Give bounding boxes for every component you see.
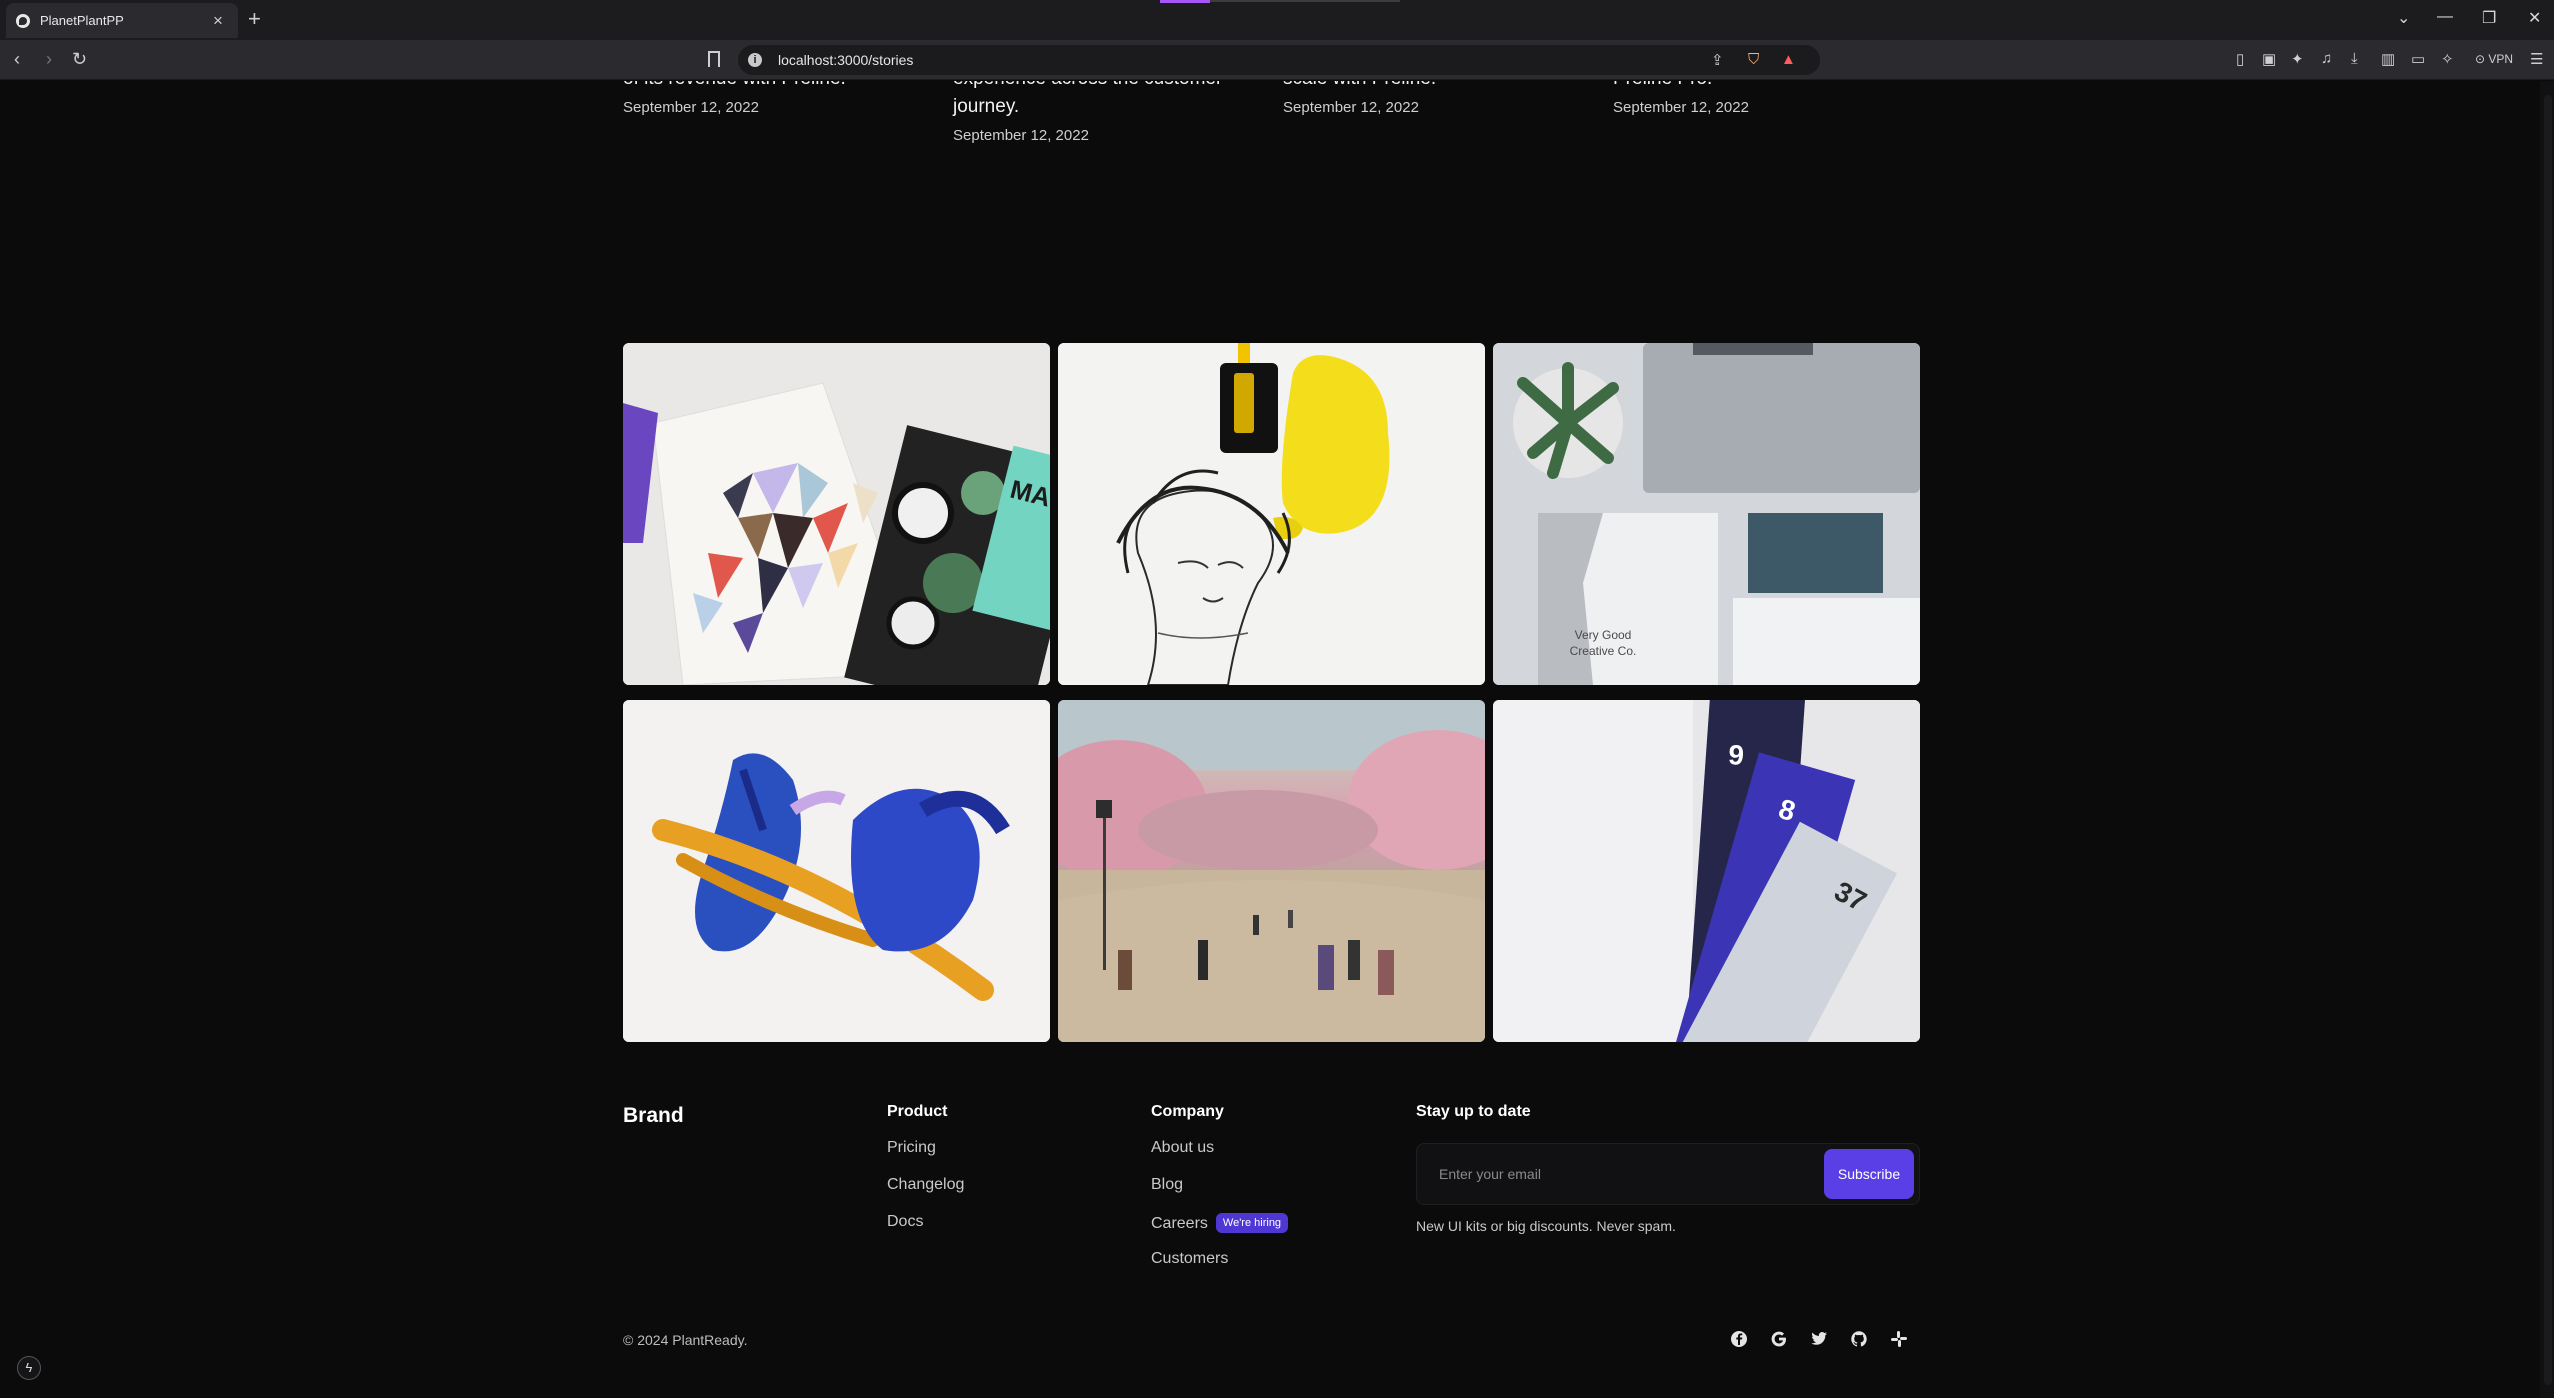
story-date: September 12, 2022 [623,99,759,116]
leo-ai-icon[interactable]: ✧ [2441,50,2454,68]
twitter-icon[interactable] [1808,1328,1830,1350]
newsletter-heading: Stay up to date [1416,1103,1531,1120]
share-icon[interactable]: ⇪ [1711,51,1724,69]
story-snippet: of its revenue with Preline. [623,81,923,93]
address-bar[interactable]: i localhost:3000/stories ⇪ ⛉ ▲ [738,45,1820,75]
tab-list-chevron-icon[interactable]: ⌄ [2397,8,2410,28]
brave-shield-icon[interactable]: ⛉ [1748,51,1759,68]
brave-rewards-icon[interactable]: ▲ [1781,51,1796,68]
story-date: September 12, 2022 [1283,99,1419,116]
branding-card-text-line-2: Creative Co. [1570,644,1637,658]
wallet-card-icon[interactable]: ▭ [2411,50,2425,68]
footer-link-careers[interactable]: Careers We're hiring [1151,1213,1289,1233]
footer-link-about-us[interactable]: About us [1151,1139,1288,1158]
vpn-label: VPN [2488,52,2514,66]
minimize-icon[interactable]: — [2437,8,2453,26]
footer-link-blog[interactable]: Blog [1151,1176,1288,1195]
story-snippet: Preline Pro. [1613,81,1913,93]
branding-card-text-line-1: Very Good [1575,628,1632,642]
page-viewport: of its revenue with Preline. September 1… [0,81,2540,1398]
hiring-badge: We're hiring [1215,1213,1289,1233]
story-snippet: journey. [953,96,1020,117]
footer-product-heading: Product [887,1103,948,1120]
newsletter-form: Subscribe [1416,1143,1920,1205]
subscribe-button[interactable]: Subscribe [1824,1149,1914,1199]
bookmark-icon[interactable] [708,51,720,67]
email-input[interactable] [1429,1156,1789,1192]
restore-icon[interactable]: ❐ [2482,8,2496,28]
footer-link-docs[interactable]: Docs [887,1213,964,1232]
gallery-image-color-swatches[interactable]: 9 8 37 [1493,700,1920,1042]
careers-label: Careers [1151,1215,1208,1232]
dev-tools-bolt-icon[interactable]: ϟ [17,1356,41,1380]
wallet-icon[interactable]: ▯ [2236,50,2244,68]
story-snippet: experience across the customer [953,81,1253,93]
newsletter-note: New UI kits or big discounts. Never spam… [1416,1218,1676,1234]
swatch-number-9: 9 [1727,739,1745,771]
browser-tab-strip: PlanetPlantPP × + ⌄ — ❐ ✕ [0,0,2554,40]
tab-strip-divider [1210,0,1400,2]
browser-tab[interactable]: PlanetPlantPP × [6,3,238,38]
story-card[interactable]: of its revenue with Preline. September 1… [623,81,923,116]
gallery-image-geometric-print[interactable]: MA [623,343,1050,685]
vpn-button[interactable]: ⊙ VPN [2475,52,2513,66]
forward-icon[interactable]: › [46,49,52,69]
download-icon[interactable]: ⤓ [2351,50,2358,67]
story-card[interactable]: scale with Preline. September 12, 2022 [1283,81,1583,116]
copyright: © 2024 PlantReady. [623,1332,748,1348]
footer-brand[interactable]: Brand [623,1104,684,1128]
scrollbar-thumb[interactable] [2544,95,2552,1385]
tab-title: PlanetPlantPP [40,13,124,28]
tab-strip-accent [1160,0,1210,3]
story-snippet: scale with Preline. [1283,81,1583,93]
site-info-icon[interactable]: i [748,53,762,67]
footer-link-pricing[interactable]: Pricing [887,1139,964,1158]
tab-close-icon[interactable]: × [208,11,228,31]
slack-icon[interactable] [1888,1328,1910,1350]
gallery-image-abstract-paint[interactable] [623,700,1050,1042]
footer-link-customers[interactable]: Customers [1151,1250,1288,1269]
gallery-image-cherry-blossom-park[interactable] [1058,700,1485,1042]
story-card[interactable]: experience across the customer journey. … [953,81,1253,144]
media-icon[interactable]: ♫ [2321,50,2332,67]
close-window-icon[interactable]: ✕ [2528,8,2541,28]
footer-newsletter: Stay up to date [1416,1103,1531,1139]
url-text[interactable]: localhost:3000/stories [778,52,913,68]
google-icon[interactable] [1768,1328,1790,1350]
github-icon[interactable] [1848,1328,1870,1350]
facebook-icon[interactable] [1728,1328,1750,1350]
gallery-image-sketch-yellow[interactable] [1058,343,1485,685]
gallery-image-branding-mockup[interactable]: Very Good Creative Co. [1493,343,1920,685]
footer-company-heading: Company [1151,1103,1224,1120]
image-icon[interactable]: ▣ [2262,50,2276,68]
footer-product-column: Product Pricing Changelog Docs [887,1103,964,1250]
reload-icon[interactable]: ↻ [72,49,87,69]
menu-icon[interactable]: ☰ [2530,50,2543,68]
extensions-icon[interactable]: ✦ [2291,50,2304,68]
footer-company-column: Company About us Blog Careers We're hirin… [1151,1103,1289,1287]
new-tab-button[interactable]: + [248,8,261,30]
browser-toolbar: ‹ › ↻ i localhost:3000/stories ⇪ ⛉ ▲ ▯ ▣… [0,40,2554,80]
footer-link-changelog[interactable]: Changelog [887,1176,964,1195]
story-date: September 12, 2022 [1613,99,1749,116]
back-icon[interactable]: ‹ [14,49,20,69]
sidebar-icon[interactable]: ▥ [2381,50,2395,68]
site-favicon-icon [16,13,30,28]
story-date: September 12, 2022 [953,127,1089,144]
story-card[interactable]: Preline Pro. September 12, 2022 [1613,81,1913,116]
